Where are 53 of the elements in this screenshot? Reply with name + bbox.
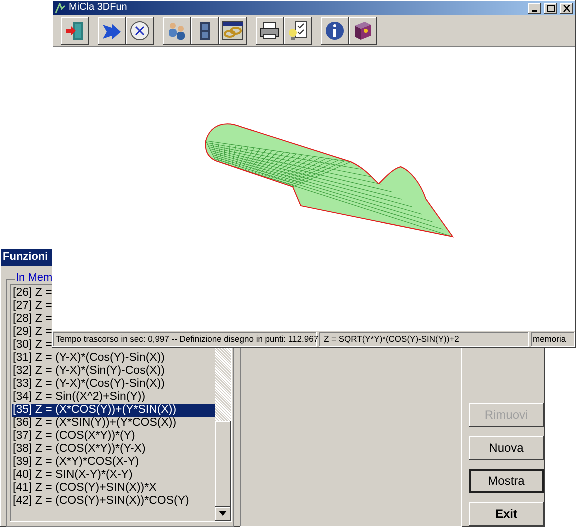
chain-icon — [222, 20, 244, 42]
window-title: MiCla 3DFun — [69, 2, 128, 14]
window-title: Funzioni — [3, 250, 48, 265]
list-item[interactable]: [33] Z = (Y-X)*(Cos(Y)-Sin(X)) — [12, 378, 165, 390]
list-item[interactable]: [34] Z = Sin((X^2)+Sin(Y)) — [12, 390, 146, 404]
close-button[interactable] — [560, 2, 573, 14]
toolbar-button[interactable] — [284, 16, 312, 44]
dialog-button[interactable]: Exit — [469, 502, 544, 526]
toolbar-button[interactable] — [256, 16, 284, 44]
toolbar-button[interactable] — [219, 16, 247, 44]
list-item[interactable]: [38] Z = (COS(X*Y))*(Y-X) — [12, 442, 146, 456]
list-item[interactable]: [37] Z = (COS(X*Y))*(Y) — [12, 430, 136, 442]
list-item[interactable]: [29] Z = — [12, 326, 52, 338]
list-item[interactable]: [36] Z = (X*SIN(Y))+(Y*COS(X)) — [12, 416, 177, 430]
toolbar-button[interactable] — [191, 16, 219, 44]
list-item[interactable]: [41] Z = (COS(Y)+SIN(X))*X — [12, 482, 157, 494]
status-panel: Tempo trascorso in sec: 0,997 -- Definizione disegno in punti: 112.967 — [53, 332, 317, 347]
exit-door-icon — [64, 20, 86, 42]
toolbar-button[interactable] — [349, 16, 377, 44]
toolbar-button[interactable] — [61, 16, 89, 44]
close-icon — [562, 4, 570, 12]
list-item[interactable]: [35] Z = (X*COS(Y))+(Y*SIN(X)) — [12, 404, 215, 416]
list-item[interactable]: [27] Z = — [12, 300, 52, 312]
lightbulb-checklist-icon — [287, 20, 309, 42]
list-item[interactable]: [40] Z = SIN(X-Y)*(X-Y) — [12, 468, 133, 482]
status-panel: Z = SQRT(Y*Y)*(COS(Y)-SIN(Y))+2 — [319, 332, 529, 347]
cancel-icon — [129, 20, 151, 42]
list-item[interactable]: [30] Z = — [12, 338, 52, 352]
dialog-button[interactable]: Nuova — [469, 436, 544, 460]
dialog-button[interactable]: Mostra — [469, 468, 544, 492]
list-item[interactable]: [32] Z = (Y-X)*(Sin(Y)-Cos(X)) — [12, 364, 165, 378]
toolbar-button[interactable] — [321, 16, 349, 44]
toolbar-button[interactable] — [98, 16, 126, 44]
app-icon — [55, 2, 66, 14]
group-label: In Mem — [15, 272, 54, 284]
printer-icon — [259, 20, 281, 42]
down-arrow-icon — [219, 511, 227, 516]
toolbar-button[interactable] — [163, 16, 191, 44]
scroll-down-button[interactable] — [215, 506, 231, 520]
scrollbar[interactable] — [215, 348, 231, 520]
toolbar-button[interactable] — [126, 16, 154, 44]
list-item[interactable]: [31] Z = (Y-X)*(Cos(Y)-Sin(X)) — [12, 352, 165, 364]
maximize-icon — [546, 4, 554, 12]
maximize-button[interactable] — [544, 2, 557, 14]
minimize-button[interactable] — [528, 2, 541, 14]
help-book-icon — [352, 20, 374, 42]
info-icon — [324, 20, 346, 42]
list-item[interactable]: [26] Z = — [12, 286, 52, 300]
scroll-thumb[interactable] — [215, 420, 231, 506]
status-panel: memoria — [531, 332, 575, 347]
list-item[interactable]: [39] Z = (X*Y)*COS(X-Y) — [12, 456, 140, 468]
list-item[interactable]: [28] Z = — [12, 312, 52, 326]
list-item[interactable]: [42] Z = (COS(Y)+SIN(X))*COS(Y) — [12, 494, 190, 508]
